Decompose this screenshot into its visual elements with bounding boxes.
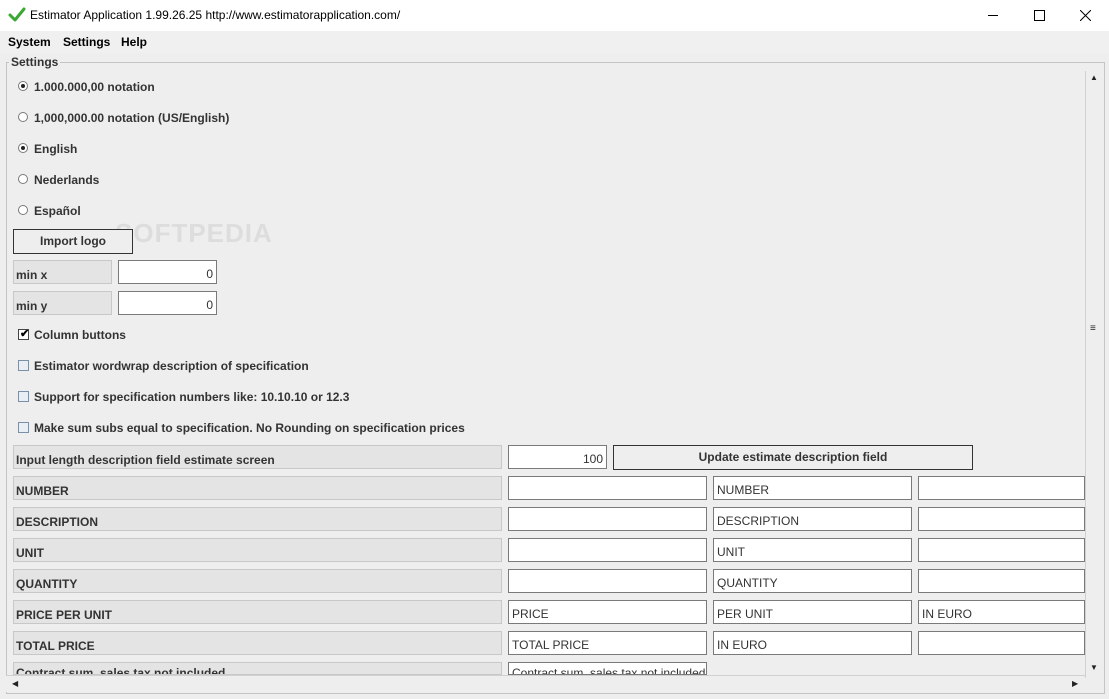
settings-legend: Settings — [9, 55, 61, 69]
radio-language-nederlands-label: Nederlands — [34, 173, 100, 187]
field-label-number: NUMBER — [13, 476, 502, 500]
title-bar: Estimator Application 1.99.26.25 http://… — [0, 0, 1109, 32]
field-unit-col3[interactable] — [918, 538, 1085, 562]
min-x-input[interactable]: 0 — [118, 260, 217, 284]
field-label-price-per-unit: PRICE PER UNIT — [13, 600, 502, 624]
field-description-col1[interactable] — [508, 507, 707, 531]
field-label-quantity: QUANTITY — [13, 569, 502, 593]
field-description-col3[interactable] — [918, 507, 1085, 531]
maximize-button[interactable] — [1016, 0, 1062, 31]
radio-language-espanol-label: Español — [34, 204, 81, 218]
import-logo-button[interactable]: Import logo — [13, 229, 133, 254]
radio-notation-us-label: 1,000,000.00 notation (US/English) — [34, 111, 230, 125]
close-button[interactable] — [1062, 0, 1108, 31]
field-unit-col1[interactable] — [508, 538, 707, 562]
update-description-button[interactable]: Update estimate description field — [613, 445, 973, 470]
min-y-input[interactable]: 0 — [118, 291, 217, 315]
maximize-icon — [1033, 10, 1045, 21]
vertical-scrollbar[interactable]: ▲ ≡ ▼ — [1085, 71, 1102, 678]
field-total-price-col1[interactable]: TOTAL PRICE — [508, 631, 707, 655]
checkbox-sum-subs-label: Make sum subs equal to specification. No… — [34, 421, 465, 435]
field-price-per-unit-col2[interactable]: PER UNIT — [713, 600, 912, 624]
field-unit-col2[interactable]: UNIT — [713, 538, 912, 562]
field-number-col1[interactable] — [508, 476, 707, 500]
scroll-down-icon[interactable]: ▼ — [1090, 663, 1098, 672]
min-x-label: min x — [13, 260, 112, 284]
input-length-label: Input length description field estimate … — [13, 445, 502, 469]
menu-settings[interactable]: Settings — [63, 35, 110, 49]
min-y-label: min y — [13, 291, 112, 315]
checkbox-column-buttons[interactable]: ✔ — [18, 328, 30, 340]
field-quantity-col2[interactable]: QUANTITY — [713, 569, 912, 593]
field-quantity-col1[interactable] — [508, 569, 707, 593]
radio-notation-eu-label: 1.000.000,00 notation — [34, 80, 155, 94]
menu-bar: System Settings Help — [0, 31, 1109, 54]
field-price-per-unit-col3[interactable]: IN EURO — [918, 600, 1085, 624]
checkbox-wordwrap-label: Estimator wordwrap description of specif… — [34, 359, 309, 373]
watermark: SOFTPEDIA — [115, 218, 273, 248]
field-label-unit: UNIT — [13, 538, 502, 562]
radio-language-english-label: English — [34, 142, 78, 156]
field-price-per-unit-col1[interactable]: PRICE — [508, 600, 707, 624]
checkbox-wordwrap[interactable] — [18, 360, 29, 371]
field-number-col2[interactable]: NUMBER — [713, 476, 912, 500]
app-check-icon — [8, 7, 26, 22]
content-area: Settings SOFTPEDIA 1.000.000,00 notation… — [0, 53, 1109, 699]
input-length-field[interactable]: 100 — [508, 445, 607, 469]
close-icon — [1079, 9, 1091, 22]
field-label-contract-sum: Contract sum, sales tax not included — [13, 662, 502, 675]
scroll-grip-icon[interactable]: ≡ — [1090, 323, 1096, 334]
minimize-icon — [987, 15, 998, 16]
checkbox-spec-numbers-label: Support for specification numbers like: … — [34, 390, 350, 404]
checkbox-spec-numbers[interactable] — [18, 391, 29, 402]
window-title: Estimator Application 1.99.26.25 http://… — [30, 8, 401, 22]
radio-notation-us[interactable] — [18, 112, 28, 122]
checkbox-column-buttons-label: Column buttons — [34, 328, 126, 342]
radio-language-english[interactable] — [18, 143, 28, 153]
field-total-price-col3[interactable] — [918, 631, 1085, 655]
field-label-total-price: TOTAL PRICE — [13, 631, 502, 655]
scroll-left-icon[interactable]: ◀ — [12, 679, 18, 688]
scroll-up-icon[interactable]: ▲ — [1090, 73, 1098, 82]
checkbox-sum-subs[interactable] — [18, 422, 29, 433]
horizontal-scrollbar[interactable]: ◀ ▶ — [6, 675, 1085, 692]
field-label-description: DESCRIPTION — [13, 507, 502, 531]
minimize-button[interactable] — [970, 0, 1016, 31]
menu-help[interactable]: Help — [121, 35, 147, 49]
scroll-right-icon[interactable]: ▶ — [1072, 679, 1078, 688]
radio-language-nederlands[interactable] — [18, 174, 28, 184]
radio-notation-eu[interactable] — [18, 81, 28, 91]
menu-system[interactable]: System — [8, 35, 51, 49]
field-number-col3[interactable] — [918, 476, 1085, 500]
radio-language-espanol[interactable] — [18, 205, 28, 215]
field-quantity-col3[interactable] — [918, 569, 1085, 593]
field-description-col2[interactable]: DESCRIPTION — [713, 507, 912, 531]
field-total-price-col2[interactable]: IN EURO — [713, 631, 912, 655]
checkmark-icon: ✔ — [20, 328, 30, 340]
field-contract-sum-col1[interactable]: Contract sum, sales tax not included — [508, 662, 707, 675]
